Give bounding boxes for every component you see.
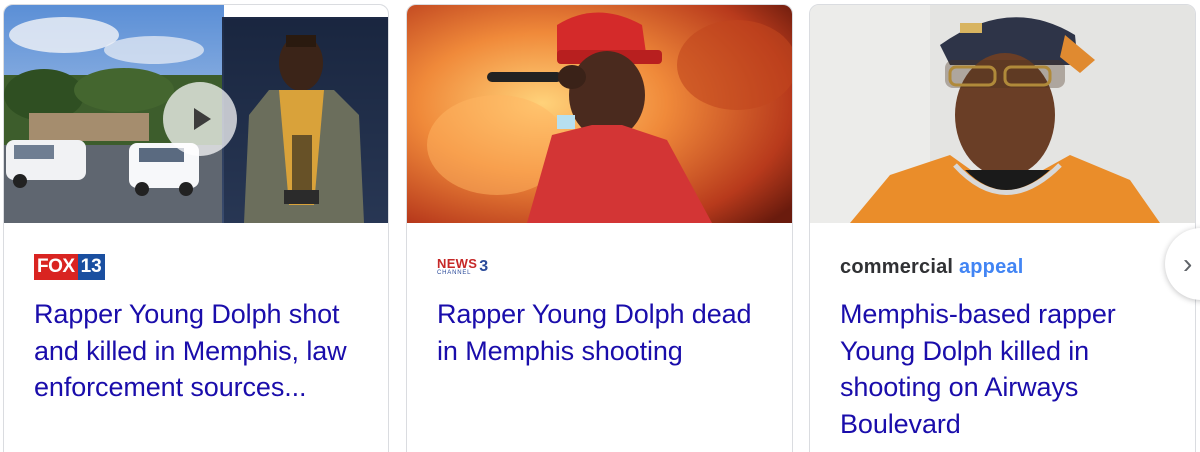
logo-text-13: 13 xyxy=(77,254,105,280)
chevron-right-icon: › xyxy=(1183,248,1193,279)
thumbnail-image xyxy=(810,5,1195,223)
logo-text-3: 3 xyxy=(479,258,489,275)
logo-text-channel: CHANNEL xyxy=(437,270,472,276)
play-button[interactable] xyxy=(163,82,237,156)
top-stories-carousel: FOX 13 Rapper Young Dolph shot and kille… xyxy=(0,0,1200,452)
news-card[interactable]: FOX 13 Rapper Young Dolph shot and kille… xyxy=(3,4,389,452)
logo-text-commercial: commercial xyxy=(840,255,954,278)
fox13-logo: FOX 13 xyxy=(34,254,105,280)
headline-link[interactable]: Memphis-based rapper Young Dolph killed … xyxy=(840,296,1165,442)
source-logo: NEWS CHANNEL 3 xyxy=(437,254,762,280)
headline-link[interactable]: Rapper Young Dolph shot and killed in Me… xyxy=(34,296,358,406)
news-thumbnail[interactable] xyxy=(4,5,388,223)
commercial-appeal-logo: commercial appeal xyxy=(840,256,1024,279)
logo-text-news: NEWS xyxy=(437,256,478,271)
news-card[interactable]: commercial appeal Memphis-based rapper Y… xyxy=(809,4,1196,452)
news-card[interactable]: NEWS CHANNEL 3 Rapper Young Dolph dead i… xyxy=(406,4,793,452)
play-icon xyxy=(194,108,211,130)
news-thumbnail[interactable] xyxy=(407,5,792,223)
source-logo: commercial appeal xyxy=(840,254,1165,280)
logo-text-appeal: appeal xyxy=(958,255,1024,278)
headline-link[interactable]: Rapper Young Dolph dead in Memphis shoot… xyxy=(437,296,762,369)
thumbnail-image xyxy=(407,5,792,223)
source-logo: FOX 13 xyxy=(34,254,358,280)
news-thumbnail[interactable] xyxy=(810,5,1195,223)
news-channel-3-logo: NEWS CHANNEL 3 xyxy=(437,256,489,276)
logo-text-fox: FOX xyxy=(34,254,78,280)
